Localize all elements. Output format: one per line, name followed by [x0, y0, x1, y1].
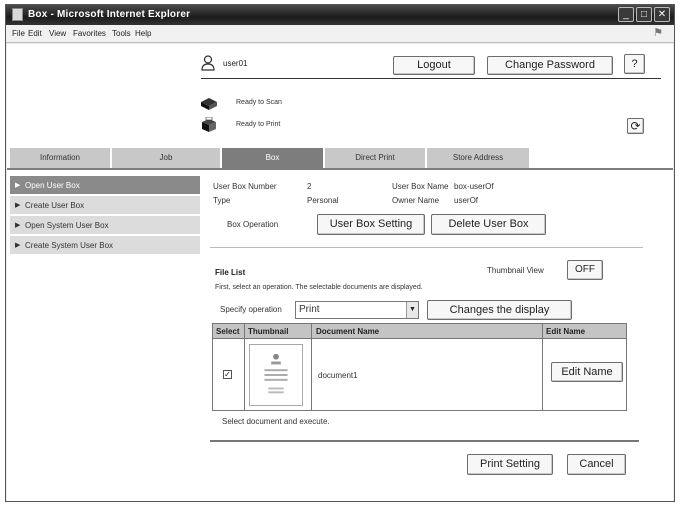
browser-icon [12, 8, 23, 21]
document-thumbnail[interactable] [249, 344, 303, 406]
main-tabs: Information Job Box Direct Print Store A… [7, 148, 673, 168]
menu-file[interactable]: File [12, 29, 25, 38]
document-table: Select Thumbnail Document Name Edit Name… [212, 323, 627, 411]
page-content: user01 Logout Change Password ? Ready to… [7, 44, 673, 501]
menu-tools[interactable]: Tools [112, 29, 131, 38]
refresh-button[interactable]: ⟳ [627, 118, 644, 134]
box-number-label: User Box Number [213, 182, 277, 191]
print-setting-button[interactable]: Print Setting [467, 454, 553, 475]
username-label: user01 [223, 59, 248, 68]
box-name-value: box-userOf [454, 182, 494, 191]
specify-operation-label: Specify operation [220, 305, 282, 314]
actions-divider [210, 440, 639, 442]
operation-instruction: First, select an operation. The selectab… [215, 284, 423, 291]
sidebar-item-create-system-user-box[interactable]: ▶ Create System User Box [10, 236, 200, 255]
sidebar-item-label: Create User Box [25, 201, 85, 210]
document-name: document1 [318, 371, 358, 380]
menu-edit[interactable]: Edit [28, 29, 42, 38]
sidebar-item-label: Create System User Box [25, 241, 114, 250]
print-status: Ready to Print [236, 121, 281, 128]
change-password-button[interactable]: Change Password [487, 56, 613, 75]
column-divider [311, 324, 312, 410]
edit-name-button[interactable]: Edit Name [551, 362, 623, 382]
info-divider [210, 247, 643, 248]
scan-status: Ready to Scan [236, 99, 282, 106]
select-document-note: Select document and execute. [222, 417, 330, 426]
thumbnail-view-label: Thumbnail View [487, 266, 544, 275]
operation-select[interactable]: Print ▼ [295, 301, 419, 319]
thumbnail-view-toggle[interactable]: OFF [567, 260, 603, 280]
maximize-button[interactable]: □ [636, 7, 652, 22]
column-divider [542, 324, 543, 410]
tab-store-address[interactable]: Store Address [427, 148, 530, 168]
window-title: Box - Microsoft Internet Explorer [28, 9, 191, 20]
sidebar-item-create-user-box[interactable]: ▶ Create User Box [10, 196, 200, 215]
minimize-button[interactable]: _ [618, 7, 634, 22]
box-operation-label: Box Operation [227, 220, 279, 229]
arrow-icon: ▶ [15, 242, 21, 249]
close-button[interactable]: ✕ [654, 7, 670, 22]
user-box-setting-button[interactable]: User Box Setting [317, 214, 425, 235]
tab-job[interactable]: Job [112, 148, 221, 168]
menu-help[interactable]: Help [135, 29, 151, 38]
column-header-edit-name: Edit Name [546, 327, 586, 336]
box-name-label: User Box Name [392, 182, 449, 191]
tab-information[interactable]: Information [10, 148, 111, 168]
tab-box[interactable]: Box [222, 148, 324, 168]
column-header-select: Select [216, 327, 240, 336]
sidebar-item-open-user-box[interactable]: ▶ Open User Box [10, 176, 200, 195]
menu-favorites[interactable]: Favorites [73, 29, 106, 38]
owner-name-value: userOf [454, 196, 479, 205]
arrow-icon: ▶ [15, 222, 21, 229]
user-icon [201, 55, 215, 71]
select-checkbox[interactable]: ✓ [223, 370, 232, 379]
operation-select-value: Print [299, 304, 320, 315]
box-type-label: Type [213, 196, 231, 205]
windows-flag-icon: ⚑ [653, 27, 663, 39]
tab-underline [7, 168, 673, 170]
chevron-down-icon[interactable]: ▼ [406, 302, 418, 318]
arrow-icon: ▶ [15, 182, 21, 189]
column-divider [244, 324, 245, 410]
box-type-value: Personal [307, 196, 339, 205]
sidebar-item-label: Open User Box [25, 181, 80, 190]
table-header: Select Thumbnail Document Name Edit Name [213, 324, 626, 339]
browser-window: Box - Microsoft Internet Explorer _ □ ✕ … [5, 4, 675, 502]
menu-bar: File Edit View Favorites Tools Help ⚑ [6, 25, 674, 43]
changes-display-button[interactable]: Changes the display [427, 300, 572, 320]
column-header-document-name: Document Name [316, 327, 380, 336]
arrow-icon: ▶ [15, 202, 21, 209]
sidebar-item-label: Open System User Box [25, 221, 109, 230]
logout-button[interactable]: Logout [393, 56, 475, 75]
column-header-thumbnail: Thumbnail [248, 327, 289, 336]
help-button[interactable]: ? [624, 54, 645, 74]
box-number-value: 2 [307, 182, 312, 191]
scanner-icon [201, 98, 217, 110]
header-divider [201, 78, 661, 79]
title-bar: Box - Microsoft Internet Explorer _ □ ✕ [6, 5, 674, 25]
sidebar-item-open-system-user-box[interactable]: ▶ Open System User Box [10, 216, 200, 235]
cancel-button[interactable]: Cancel [567, 454, 626, 475]
delete-user-box-button[interactable]: Delete User Box [431, 214, 546, 235]
menu-view[interactable]: View [49, 29, 66, 38]
file-list-title: File List [215, 268, 246, 277]
printer-icon [202, 117, 216, 132]
owner-name-label: Owner Name [392, 196, 440, 205]
tab-direct-print[interactable]: Direct Print [325, 148, 426, 168]
